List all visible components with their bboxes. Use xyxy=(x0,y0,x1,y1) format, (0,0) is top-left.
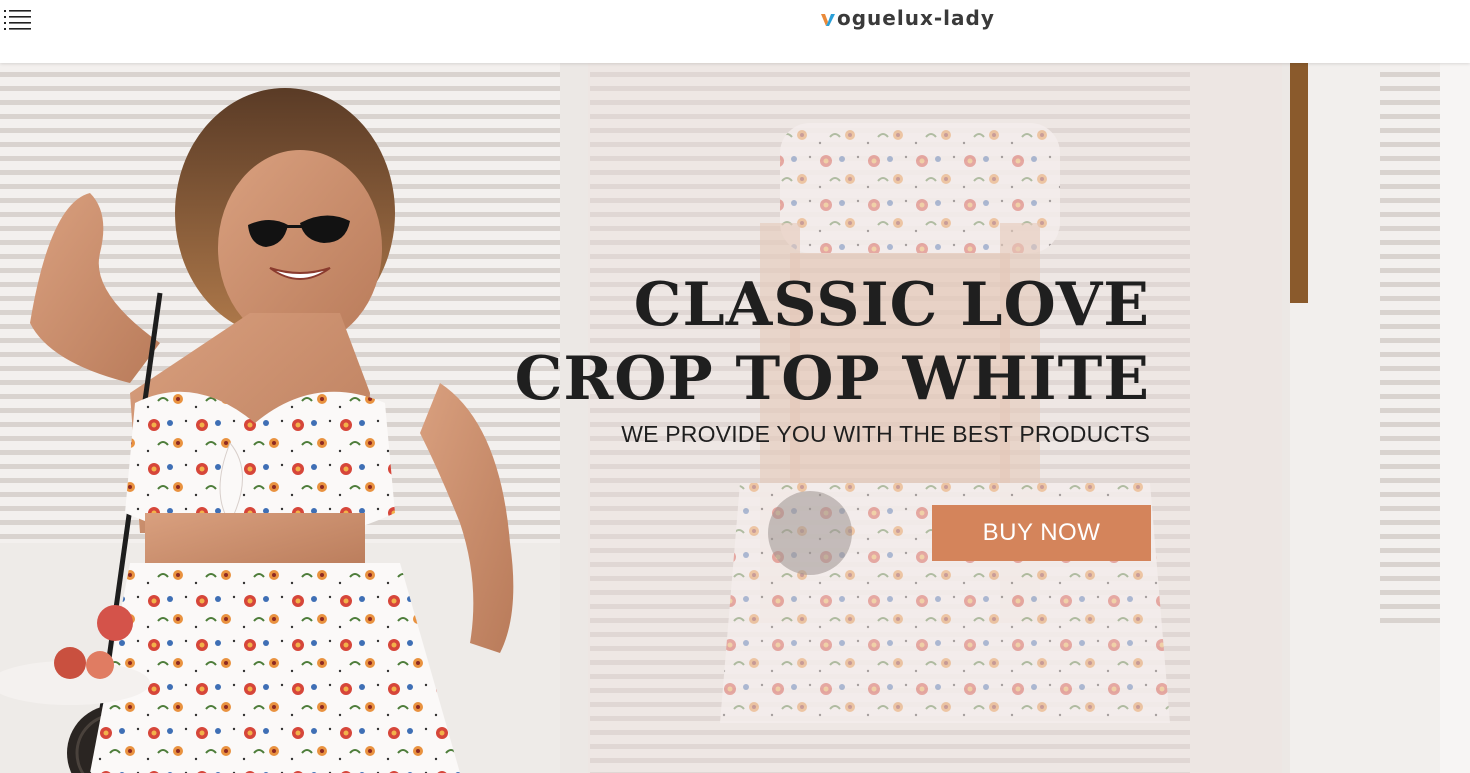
hero-headline-line1: CLASSIC LOVE xyxy=(633,270,1150,340)
logo-text: oguelux-lady xyxy=(837,6,995,30)
hero-text-overlay xyxy=(588,63,1282,773)
hero-subheadline: WE PROVIDE YOU WITH THE BEST PRODUCTS xyxy=(621,421,1150,447)
page: oguelux-lady CLASSIC LOVE CROP TOP WHITE… xyxy=(0,0,1470,773)
site-logo[interactable]: oguelux-lady xyxy=(820,4,995,32)
hero-headline-line2: CROP TOP WHITE xyxy=(514,344,1150,414)
site-header: oguelux-lady xyxy=(0,0,1470,63)
logo-v-icon xyxy=(820,8,836,28)
buy-now-button[interactable]: BUY NOW xyxy=(932,505,1151,561)
hero-banner: CLASSIC LOVE CROP TOP WHITE WE PROVIDE Y… xyxy=(0,63,1470,773)
hero-headline: CLASSIC LOVE CROP TOP WHITE xyxy=(515,268,1150,416)
hamburger-menu-icon[interactable] xyxy=(2,6,34,30)
